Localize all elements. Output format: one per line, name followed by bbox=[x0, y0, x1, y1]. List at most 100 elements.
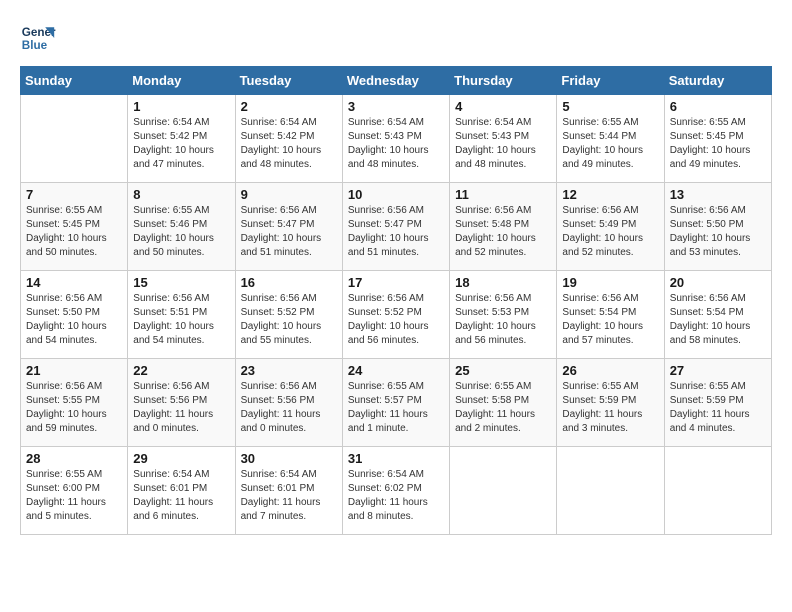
day-number: 31 bbox=[348, 451, 444, 466]
logo: General Blue bbox=[20, 20, 60, 56]
day-cell: 16Sunrise: 6:56 AM Sunset: 5:52 PM Dayli… bbox=[235, 271, 342, 359]
day-number: 21 bbox=[26, 363, 122, 378]
day-cell bbox=[21, 95, 128, 183]
day-info: Sunrise: 6:55 AM Sunset: 5:45 PM Dayligh… bbox=[26, 204, 122, 260]
day-cell: 22 Sunrise: 6:56 AM Sunset: 5:56 PM Dayli… bbox=[128, 359, 235, 447]
day-number: 23 bbox=[241, 363, 337, 378]
day-info: Sunrise: 6:56 AM Sunset: 5:56 PM Dayligh… bbox=[133, 380, 229, 436]
day-cell: 24 Sunrise: 6:55 AM Sunset: 5:57 PM Dayli… bbox=[342, 359, 449, 447]
day-cell: 14Sunrise: 6:56 AM Sunset: 5:50 PM Dayli… bbox=[21, 271, 128, 359]
day-number: 20 bbox=[670, 275, 766, 290]
day-number: 27 bbox=[670, 363, 766, 378]
day-number: 6 bbox=[670, 99, 766, 114]
day-info: Sunrise: 6:56 AM Sunset: 5:54 PM Dayligh… bbox=[562, 292, 658, 348]
day-number: 14 bbox=[26, 275, 122, 290]
day-cell: 20 Sunrise: 6:56 AM Sunset: 5:54 PM Dayli… bbox=[664, 271, 771, 359]
day-cell: 29Sunrise: 6:54 AM Sunset: 6:01 PM Dayli… bbox=[128, 447, 235, 535]
day-cell: 27 Sunrise: 6:55 AM Sunset: 5:59 PM Dayli… bbox=[664, 359, 771, 447]
day-info: Sunrise: 6:54 AM Sunset: 5:43 PM Dayligh… bbox=[455, 116, 551, 172]
day-cell: 1 Sunrise: 6:54 AM Sunset: 5:42 PM Daylig… bbox=[128, 95, 235, 183]
week-row-3: 14Sunrise: 6:56 AM Sunset: 5:50 PM Dayli… bbox=[21, 271, 772, 359]
day-info: Sunrise: 6:55 AM Sunset: 5:58 PM Dayligh… bbox=[455, 380, 551, 436]
day-info: Sunrise: 6:56 AM Sunset: 5:54 PM Dayligh… bbox=[670, 292, 766, 348]
day-number: 5 bbox=[562, 99, 658, 114]
day-info: Sunrise: 6:56 AM Sunset: 5:47 PM Dayligh… bbox=[348, 204, 444, 260]
day-number: 26 bbox=[562, 363, 658, 378]
day-info: Sunrise: 6:54 AM Sunset: 5:43 PM Dayligh… bbox=[348, 116, 444, 172]
day-number: 1 bbox=[133, 99, 229, 114]
day-cell bbox=[450, 447, 557, 535]
day-info: Sunrise: 6:54 AM Sunset: 5:42 PM Dayligh… bbox=[133, 116, 229, 172]
day-cell bbox=[557, 447, 664, 535]
week-row-1: 1 Sunrise: 6:54 AM Sunset: 5:42 PM Daylig… bbox=[21, 95, 772, 183]
day-info: Sunrise: 6:56 AM Sunset: 5:56 PM Dayligh… bbox=[241, 380, 337, 436]
day-info: Sunrise: 6:56 AM Sunset: 5:50 PM Dayligh… bbox=[670, 204, 766, 260]
page-header: General Blue bbox=[20, 20, 772, 56]
day-number: 12 bbox=[562, 187, 658, 202]
day-number: 19 bbox=[562, 275, 658, 290]
day-info: Sunrise: 6:56 AM Sunset: 5:47 PM Dayligh… bbox=[241, 204, 337, 260]
day-cell: 21 Sunrise: 6:56 AM Sunset: 5:55 PM Dayli… bbox=[21, 359, 128, 447]
day-number: 10 bbox=[348, 187, 444, 202]
day-cell: 12Sunrise: 6:56 AM Sunset: 5:49 PM Dayli… bbox=[557, 183, 664, 271]
day-cell: 19 Sunrise: 6:56 AM Sunset: 5:54 PM Dayli… bbox=[557, 271, 664, 359]
day-info: Sunrise: 6:55 AM Sunset: 5:45 PM Dayligh… bbox=[670, 116, 766, 172]
col-header-tuesday: Tuesday bbox=[235, 67, 342, 95]
day-number: 25 bbox=[455, 363, 551, 378]
day-info: Sunrise: 6:55 AM Sunset: 5:57 PM Dayligh… bbox=[348, 380, 444, 436]
day-cell bbox=[664, 447, 771, 535]
day-number: 22 bbox=[133, 363, 229, 378]
day-cell: 6 Sunrise: 6:55 AM Sunset: 5:45 PM Daylig… bbox=[664, 95, 771, 183]
col-header-wednesday: Wednesday bbox=[342, 67, 449, 95]
day-cell: 31 Sunrise: 6:54 AM Sunset: 6:02 PM Dayli… bbox=[342, 447, 449, 535]
day-number: 13 bbox=[670, 187, 766, 202]
day-info: Sunrise: 6:55 AM Sunset: 5:44 PM Dayligh… bbox=[562, 116, 658, 172]
day-cell: 26 Sunrise: 6:55 AM Sunset: 5:59 PM Dayli… bbox=[557, 359, 664, 447]
day-info: Sunrise: 6:56 AM Sunset: 5:53 PM Dayligh… bbox=[455, 292, 551, 348]
day-cell: 8 Sunrise: 6:55 AM Sunset: 5:46 PM Daylig… bbox=[128, 183, 235, 271]
day-cell: 9 Sunrise: 6:56 AM Sunset: 5:47 PM Daylig… bbox=[235, 183, 342, 271]
day-info: Sunrise: 6:55 AM Sunset: 5:59 PM Dayligh… bbox=[562, 380, 658, 436]
col-header-friday: Friday bbox=[557, 67, 664, 95]
day-info: Sunrise: 6:54 AM Sunset: 5:42 PM Dayligh… bbox=[241, 116, 337, 172]
week-row-4: 21 Sunrise: 6:56 AM Sunset: 5:55 PM Dayli… bbox=[21, 359, 772, 447]
day-number: 30 bbox=[241, 451, 337, 466]
calendar-table: SundayMondayTuesdayWednesdayThursdayFrid… bbox=[20, 66, 772, 535]
day-number: 18 bbox=[455, 275, 551, 290]
day-info: Sunrise: 6:56 AM Sunset: 5:55 PM Dayligh… bbox=[26, 380, 122, 436]
day-number: 4 bbox=[455, 99, 551, 114]
day-info: Sunrise: 6:55 AM Sunset: 6:00 PM Dayligh… bbox=[26, 468, 122, 524]
day-cell: 7 Sunrise: 6:55 AM Sunset: 5:45 PM Daylig… bbox=[21, 183, 128, 271]
week-row-5: 28Sunrise: 6:55 AM Sunset: 6:00 PM Dayli… bbox=[21, 447, 772, 535]
day-info: Sunrise: 6:56 AM Sunset: 5:52 PM Dayligh… bbox=[348, 292, 444, 348]
col-header-sunday: Sunday bbox=[21, 67, 128, 95]
svg-text:Blue: Blue bbox=[22, 39, 48, 52]
col-header-thursday: Thursday bbox=[450, 67, 557, 95]
day-cell: 17 Sunrise: 6:56 AM Sunset: 5:52 PM Dayli… bbox=[342, 271, 449, 359]
header-row: SundayMondayTuesdayWednesdayThursdayFrid… bbox=[21, 67, 772, 95]
day-cell: 18 Sunrise: 6:56 AM Sunset: 5:53 PM Dayli… bbox=[450, 271, 557, 359]
day-cell: 23 Sunrise: 6:56 AM Sunset: 5:56 PM Dayli… bbox=[235, 359, 342, 447]
day-info: Sunrise: 6:54 AM Sunset: 6:02 PM Dayligh… bbox=[348, 468, 444, 524]
day-cell: 28Sunrise: 6:55 AM Sunset: 6:00 PM Dayli… bbox=[21, 447, 128, 535]
day-cell: 3 Sunrise: 6:54 AM Sunset: 5:43 PM Daylig… bbox=[342, 95, 449, 183]
day-info: Sunrise: 6:55 AM Sunset: 5:59 PM Dayligh… bbox=[670, 380, 766, 436]
day-info: Sunrise: 6:55 AM Sunset: 5:46 PM Dayligh… bbox=[133, 204, 229, 260]
day-number: 11 bbox=[455, 187, 551, 202]
day-cell: 25 Sunrise: 6:55 AM Sunset: 5:58 PM Dayli… bbox=[450, 359, 557, 447]
day-info: Sunrise: 6:56 AM Sunset: 5:51 PM Dayligh… bbox=[133, 292, 229, 348]
day-number: 2 bbox=[241, 99, 337, 114]
week-row-2: 7 Sunrise: 6:55 AM Sunset: 5:45 PM Daylig… bbox=[21, 183, 772, 271]
day-number: 17 bbox=[348, 275, 444, 290]
day-number: 24 bbox=[348, 363, 444, 378]
day-cell: 30Sunrise: 6:54 AM Sunset: 6:01 PM Dayli… bbox=[235, 447, 342, 535]
col-header-saturday: Saturday bbox=[664, 67, 771, 95]
day-number: 7 bbox=[26, 187, 122, 202]
day-number: 3 bbox=[348, 99, 444, 114]
day-cell: 15 Sunrise: 6:56 AM Sunset: 5:51 PM Dayli… bbox=[128, 271, 235, 359]
day-number: 8 bbox=[133, 187, 229, 202]
day-number: 9 bbox=[241, 187, 337, 202]
day-number: 15 bbox=[133, 275, 229, 290]
day-cell: 10 Sunrise: 6:56 AM Sunset: 5:47 PM Dayli… bbox=[342, 183, 449, 271]
logo-icon: General Blue bbox=[20, 20, 56, 56]
